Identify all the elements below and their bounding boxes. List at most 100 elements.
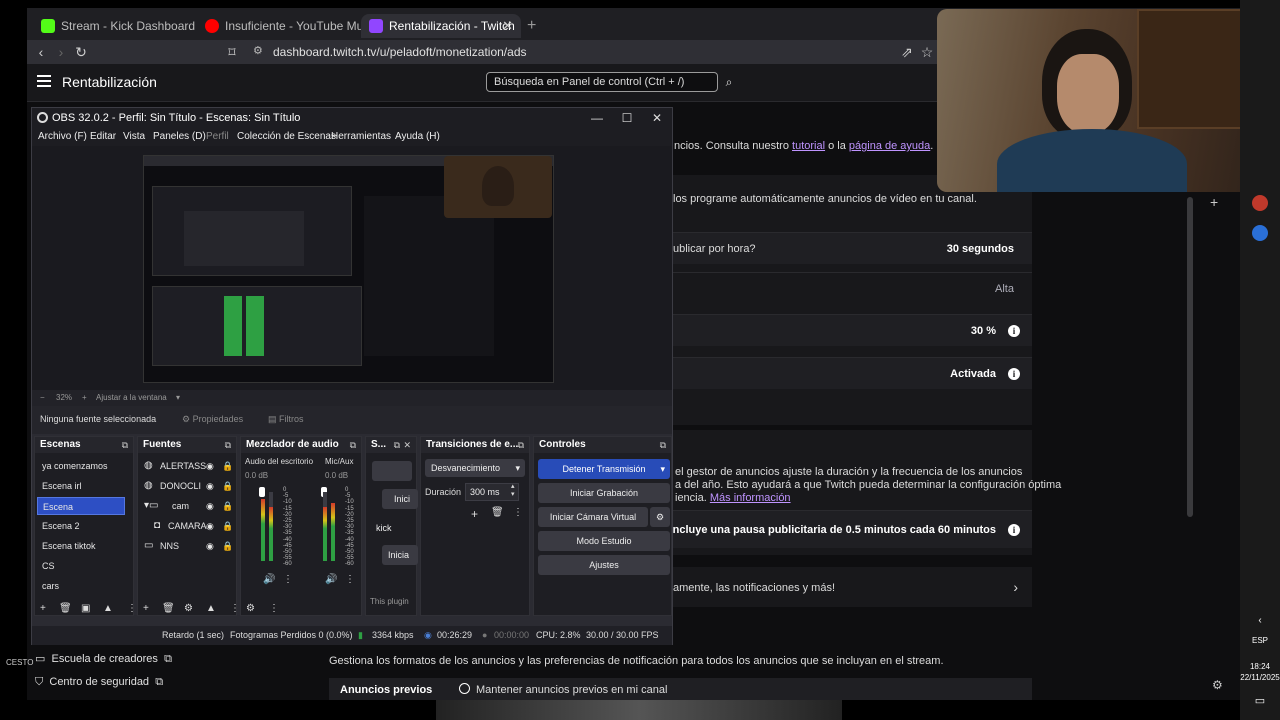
scene-item[interactable]: Escena 2 xyxy=(37,517,125,535)
move-up-icon[interactable]: ▲ xyxy=(103,603,113,614)
eye-icon[interactable]: ◉ xyxy=(206,537,214,555)
menu-ayuda[interactable]: Ayuda (H) xyxy=(395,131,440,142)
eye-icon[interactable]: ◉ xyxy=(206,457,214,475)
close-icon[interactable]: ✕ xyxy=(403,437,411,453)
back-icon[interactable]: ‹ xyxy=(31,42,51,62)
source-settings-icon[interactable]: ⚙ xyxy=(184,603,193,614)
eye-icon[interactable]: ◉ xyxy=(206,517,214,535)
source-item[interactable]: ◍ DONOCLI ◉ 🔒 xyxy=(140,477,236,495)
scene-item[interactable]: Escena tiktok xyxy=(37,537,125,555)
chevron-left-icon[interactable]: ‹ xyxy=(1240,615,1280,626)
new-tab-button[interactable]: + xyxy=(527,14,536,38)
lock-icon[interactable]: 🔒 xyxy=(222,517,233,535)
forward-icon[interactable]: › xyxy=(51,42,71,62)
menu-coleccion-escenas[interactable]: Colección de Escenas xyxy=(237,131,336,142)
desktop-icon-label[interactable]: CESTO xyxy=(6,658,33,667)
info-icon[interactable]: i xyxy=(1008,368,1020,380)
scene-item[interactable]: Escena irl xyxy=(37,477,125,495)
clock-date[interactable]: 22/11/2025 xyxy=(1240,673,1280,682)
language-indicator[interactable]: ESP xyxy=(1240,636,1280,645)
undock-icon[interactable]: ⧉ xyxy=(122,437,128,453)
chevron-down-icon[interactable]: ▾ xyxy=(176,390,180,406)
clock-time[interactable]: 18:24 xyxy=(1240,662,1280,671)
setting-value[interactable]: Alta xyxy=(995,283,1014,295)
add-source-icon[interactable]: + xyxy=(143,603,149,614)
scene-item-selected[interactable]: Escena xyxy=(37,497,125,515)
speaker-icon[interactable]: 🔊 xyxy=(325,574,337,585)
properties-button[interactable]: ⚙ Propiedades xyxy=(182,414,243,425)
notifications-card[interactable]: amente, las notificaciones y más! › xyxy=(667,567,1032,607)
filters-button[interactable]: ▤ Filtros xyxy=(268,414,304,425)
eye-icon[interactable]: ◉ xyxy=(206,497,214,515)
reload-icon[interactable]: ↻ xyxy=(71,42,91,62)
stinger-button[interactable]: Inicia xyxy=(382,545,418,565)
start-virtual-camera-button[interactable]: Iniciar Cámara Virtual xyxy=(538,507,648,527)
preview-canvas[interactable] xyxy=(143,155,554,383)
share-icon[interactable]: ⇗ xyxy=(897,42,917,62)
add-transition-icon[interactable]: + xyxy=(471,507,478,521)
remove-scene-icon[interactable]: 🗑 xyxy=(59,603,72,614)
add-scene-icon[interactable]: + xyxy=(40,603,46,614)
lock-icon[interactable]: 🔒 xyxy=(222,477,233,495)
lock-icon[interactable]: 🔒 xyxy=(222,497,233,515)
menu-archivo[interactable]: Archivo (F) xyxy=(38,131,87,142)
transition-select[interactable]: Desvanecimiento ▾ xyxy=(425,459,525,477)
more-icon[interactable]: ⋮ xyxy=(127,603,137,614)
nav-safety-center[interactable]: ⛉ Centro de seguridad ⧉ xyxy=(35,676,163,689)
scene-filters-icon[interactable]: ▣ xyxy=(81,603,90,614)
source-item[interactable]: ◘ CAMARA ◉ 🔒 xyxy=(140,517,236,535)
address-bar[interactable]: dashboard.twitch.tv/u/peladoft/monetizat… xyxy=(273,43,527,61)
site-info-icon[interactable]: ⚙ xyxy=(253,44,263,57)
nav-creator-school[interactable]: ▭ Escuela de creadores ⧉ xyxy=(35,652,172,666)
undock-icon[interactable]: ⧉ xyxy=(660,437,666,453)
menu-paneles[interactable]: Paneles (D) xyxy=(153,131,206,142)
more-icon[interactable]: ⋮ xyxy=(345,574,355,585)
stop-streaming-button[interactable]: Detener Transmisión ▾ xyxy=(538,459,670,479)
notification-icon[interactable]: ▭ xyxy=(1240,694,1280,707)
help-page-link[interactable]: página de ayuda xyxy=(849,140,930,152)
obs-preview[interactable] xyxy=(32,146,672,390)
close-icon[interactable]: ✕ xyxy=(642,108,672,128)
more-icon[interactable]: ⋮ xyxy=(269,603,279,614)
scene-item[interactable]: ya comenzamos xyxy=(37,457,125,475)
undock-icon[interactable]: ⧉ xyxy=(394,437,400,453)
undock-icon[interactable]: ⧉ xyxy=(350,437,356,453)
tab-twitch[interactable]: Rentabilización - Twitch ✕ xyxy=(361,14,521,38)
studio-mode-button[interactable]: Modo Estudio xyxy=(538,531,670,551)
source-item[interactable]: ▭ NNS ◉ 🔒 xyxy=(140,537,236,555)
scrollbar[interactable] xyxy=(1187,197,1193,517)
tab-youtube-music[interactable]: Insuficiente - YouTube Music xyxy=(197,14,378,38)
lock-icon[interactable]: 🔒 xyxy=(222,457,233,475)
close-tab-icon[interactable]: ✕ xyxy=(502,14,513,38)
menu-icon[interactable] xyxy=(37,75,51,87)
setting-value[interactable]: 30 segundos xyxy=(947,243,1014,255)
zoom-in-icon[interactable]: + xyxy=(82,390,87,406)
tab-kick[interactable]: Stream - Kick Dashboard xyxy=(33,14,197,38)
undock-icon[interactable]: ⧉ xyxy=(225,437,231,453)
virtual-camera-settings-icon[interactable]: ⚙ xyxy=(650,507,670,527)
search-icon[interactable]: ⌕ xyxy=(719,72,739,92)
mixer-settings-icon[interactable]: ⚙ xyxy=(246,603,255,614)
move-up-icon[interactable]: ▲ xyxy=(206,603,216,614)
zoom-fit-dropdown[interactable]: Ajustar a la ventana xyxy=(96,390,167,406)
eye-icon[interactable]: ◉ xyxy=(206,477,214,495)
search-input[interactable]: Búsqueda en Panel de control (Ctrl + /) xyxy=(486,72,718,92)
remove-source-icon[interactable]: 🗑 xyxy=(162,603,175,614)
add-icon[interactable]: + xyxy=(1210,194,1218,210)
stinger-button[interactable]: Inici xyxy=(382,489,418,509)
info-icon[interactable]: i xyxy=(1008,524,1020,536)
remove-transition-icon[interactable]: 🗑 xyxy=(491,507,504,518)
zoom-out-icon[interactable]: − xyxy=(40,390,45,406)
maximize-icon[interactable]: ☐ xyxy=(612,108,642,128)
steam-icon[interactable] xyxy=(1252,225,1268,241)
minimize-icon[interactable]: — xyxy=(582,108,612,128)
more-icon[interactable]: ⋮ xyxy=(513,507,523,518)
scene-item[interactable]: CS xyxy=(37,557,125,575)
tutorial-link[interactable]: tutorial xyxy=(792,140,825,152)
app-icon[interactable] xyxy=(1252,195,1268,211)
duration-stepper[interactable]: ▴ ▾ xyxy=(511,483,515,499)
info-icon[interactable]: i xyxy=(1008,325,1020,337)
settings-gear-icon[interactable]: ⚙ xyxy=(1212,678,1223,692)
source-item[interactable]: ◍ ALERTASS ◉ 🔒 xyxy=(140,457,236,475)
scene-item[interactable]: cars xyxy=(37,577,125,595)
